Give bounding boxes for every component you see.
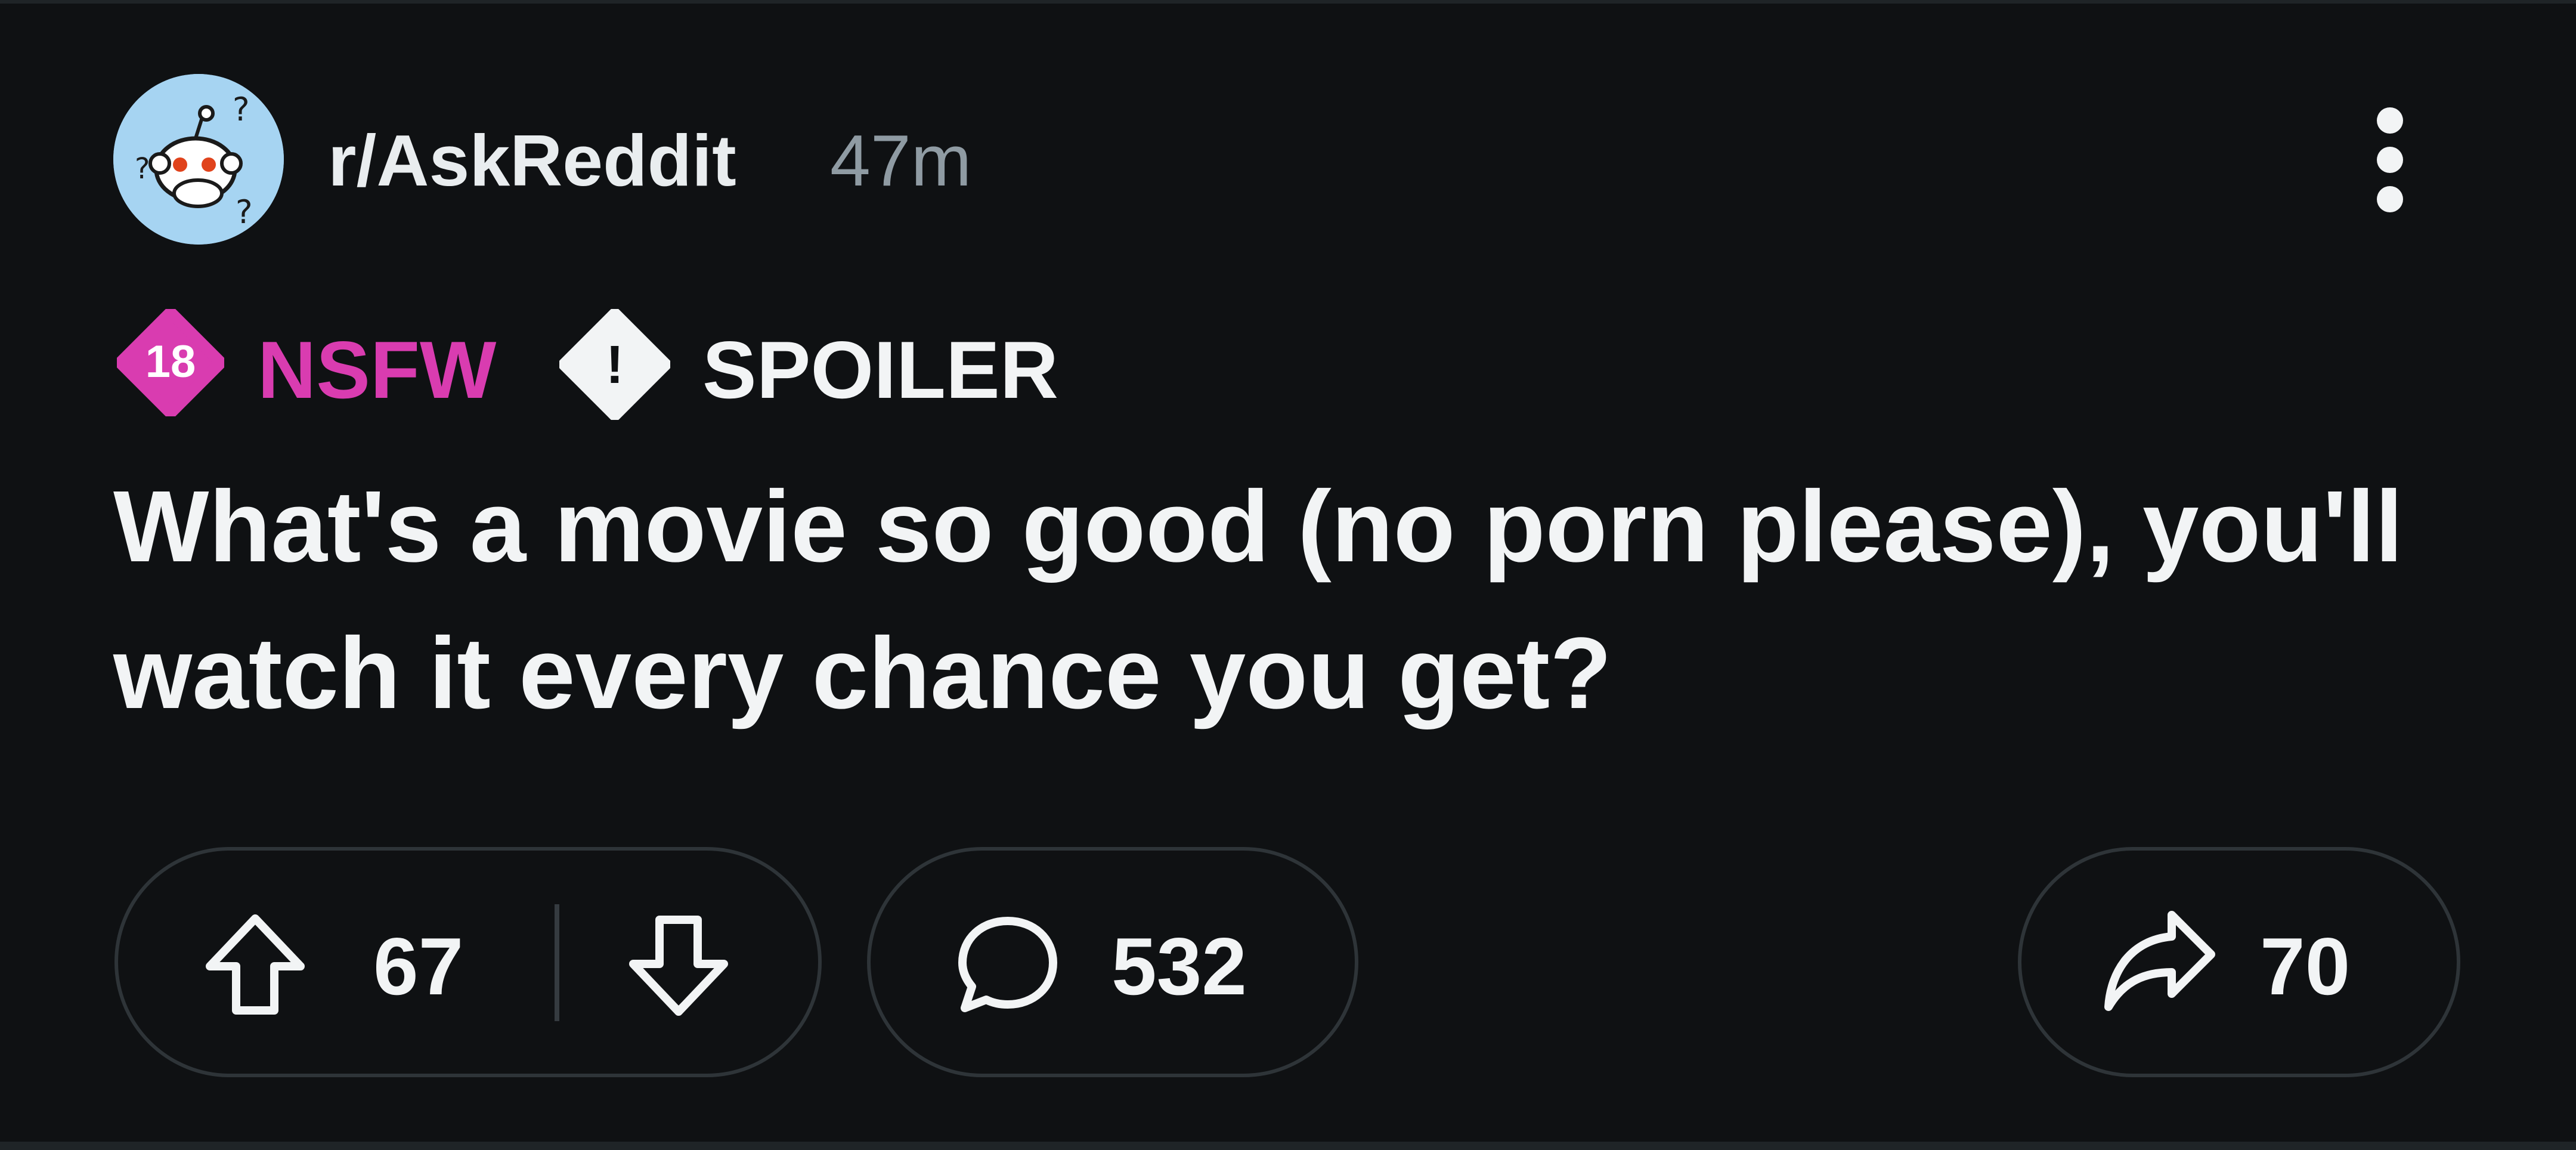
spoiler-diamond-icon: ! (558, 308, 671, 421)
subreddit-name[interactable]: r/AskReddit (328, 124, 736, 197)
svg-text:?: ? (233, 91, 250, 128)
arrow-down-icon (629, 916, 728, 1016)
svg-text:?: ? (236, 193, 253, 231)
vote-divider (555, 904, 559, 1021)
share-count: 70 (2260, 921, 2351, 1012)
comment-icon-wrap (954, 911, 1061, 1022)
snoo-avatar-icon: ? ? ? (113, 74, 284, 245)
share-button[interactable] (2018, 847, 2460, 1077)
share-arrow-icon (2104, 911, 2215, 1011)
nsfw-badge-number: 18 (145, 336, 196, 387)
spoiler-label: SPOILER (702, 324, 1058, 415)
downvote-button[interactable] (626, 911, 731, 1022)
arrow-up-icon (206, 914, 305, 1015)
nsfw-label: NSFW (258, 324, 497, 415)
subreddit-avatar[interactable]: ? ? ? (113, 74, 284, 245)
more-options-button[interactable] (2365, 103, 2413, 222)
share-icon-wrap (2100, 905, 2219, 1022)
upvote-button[interactable] (203, 911, 308, 1022)
vertical-ellipsis-icon (2377, 107, 2403, 212)
bottom-divider (0, 1142, 2576, 1150)
nsfw-18-icon: 18 (114, 307, 227, 419)
svg-text:?: ? (135, 152, 150, 186)
top-divider (0, 0, 2576, 4)
nsfw-badge: 18 (114, 307, 227, 419)
speech-bubble-icon (958, 917, 1057, 1012)
post-age: 47m (830, 120, 972, 201)
upvote-count: 67 (373, 921, 464, 1012)
spoiler-glyph: ! (606, 335, 624, 395)
post-title[interactable]: What's a movie so good (no porn please),… (113, 453, 2469, 747)
spoiler-badge: ! (558, 308, 671, 421)
comment-count: 532 (1111, 921, 1247, 1012)
